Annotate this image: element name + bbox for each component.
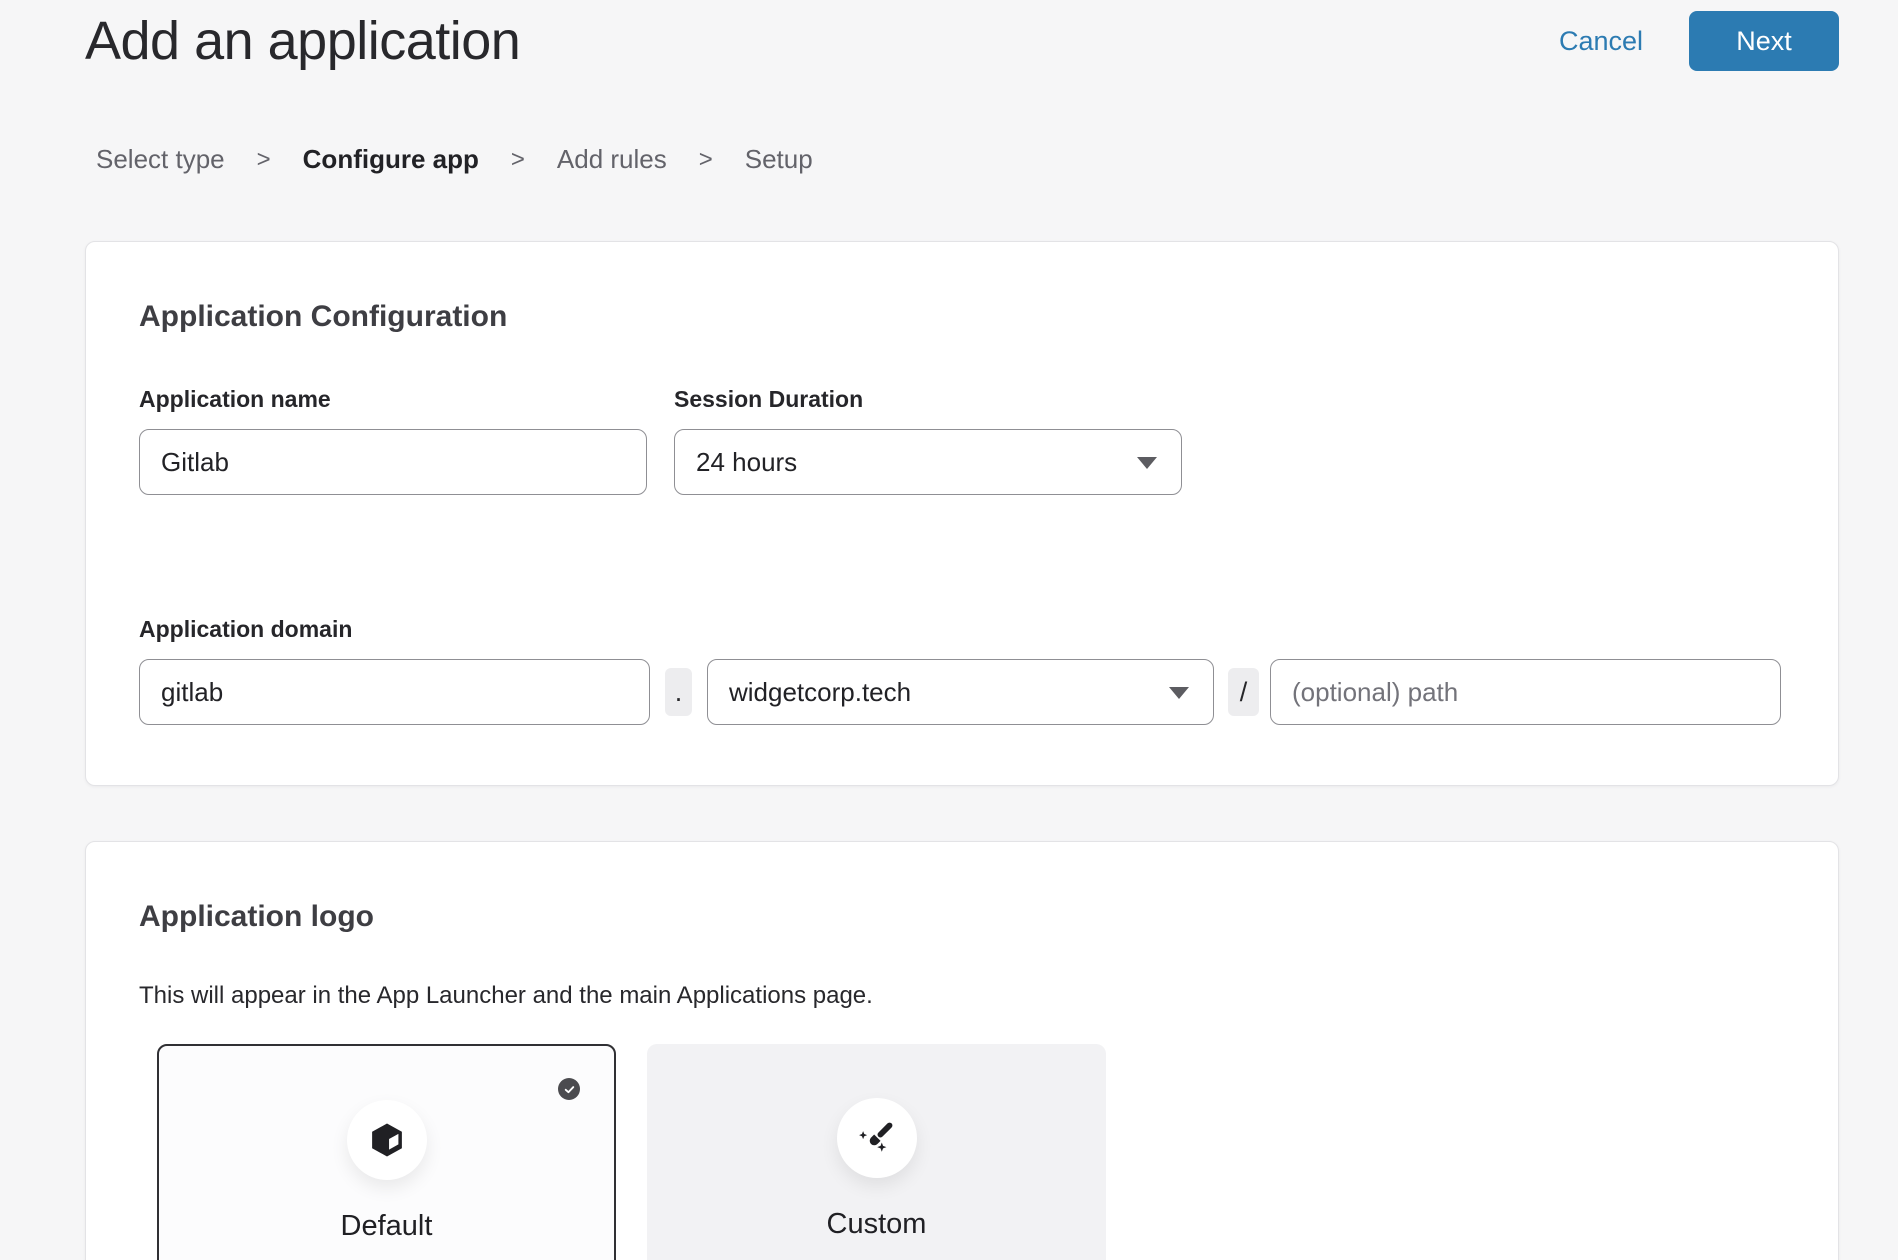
selected-check-icon	[558, 1078, 580, 1100]
step-configure-app[interactable]: Configure app	[303, 144, 479, 175]
breadcrumb-separator: >	[257, 146, 271, 174]
chevron-down-icon	[1169, 687, 1189, 699]
logo-option-custom[interactable]: Custom	[647, 1044, 1106, 1260]
domain-select-value: widgetcorp.tech	[729, 677, 911, 708]
paintbrush-icon	[854, 1115, 900, 1161]
step-add-rules[interactable]: Add rules	[557, 144, 667, 175]
breadcrumb-separator: >	[699, 146, 713, 174]
configuration-card-title: Application Configuration	[139, 242, 1785, 334]
breadcrumb: Select type > Configure app > Add rules …	[85, 144, 1839, 175]
page-title: Add an application	[85, 10, 520, 72]
header-actions: Cancel Next	[1559, 11, 1839, 71]
application-name-input[interactable]	[139, 429, 647, 495]
path-input[interactable]	[1270, 659, 1781, 725]
application-domain-row: . widgetcorp.tech /	[139, 659, 1785, 725]
cancel-button[interactable]: Cancel	[1559, 26, 1643, 57]
header: Add an application Cancel Next	[85, 0, 1839, 72]
step-select-type[interactable]: Select type	[96, 144, 225, 175]
application-domain-label: Application domain	[139, 616, 1785, 643]
step-setup[interactable]: Setup	[745, 144, 813, 175]
application-configuration-card: Application Configuration Application na…	[85, 241, 1839, 786]
slash-separator: /	[1228, 668, 1259, 716]
breadcrumb-separator: >	[511, 146, 525, 174]
domain-select[interactable]: widgetcorp.tech	[707, 659, 1214, 725]
session-duration-value: 24 hours	[696, 447, 797, 478]
session-duration-field: Session Duration 24 hours	[674, 386, 1182, 495]
logo-options: Default Custom	[157, 1044, 1785, 1260]
next-button[interactable]: Next	[1689, 11, 1839, 71]
logo-card-description: This will appear in the App Launcher and…	[139, 982, 1785, 1010]
name-session-row: Application name Session Duration 24 hou…	[139, 386, 1785, 495]
dot-separator: .	[665, 668, 692, 716]
custom-logo-circle	[837, 1098, 917, 1178]
chevron-down-icon	[1137, 457, 1157, 469]
default-logo-circle	[347, 1100, 427, 1180]
custom-option-label: Custom	[647, 1208, 1106, 1241]
default-option-label: Default	[159, 1210, 614, 1243]
session-duration-label: Session Duration	[674, 386, 1182, 413]
subdomain-input[interactable]	[139, 659, 650, 725]
logo-option-default[interactable]: Default	[157, 1044, 616, 1260]
logo-card-title: Application logo	[139, 842, 1785, 934]
cube-icon	[368, 1121, 406, 1159]
page: Add an application Cancel Next Select ty…	[0, 0, 1898, 1260]
application-name-label: Application name	[139, 386, 647, 413]
application-logo-card: Application logo This will appear in the…	[85, 841, 1839, 1260]
session-duration-select[interactable]: 24 hours	[674, 429, 1182, 495]
application-name-field: Application name	[139, 386, 647, 495]
